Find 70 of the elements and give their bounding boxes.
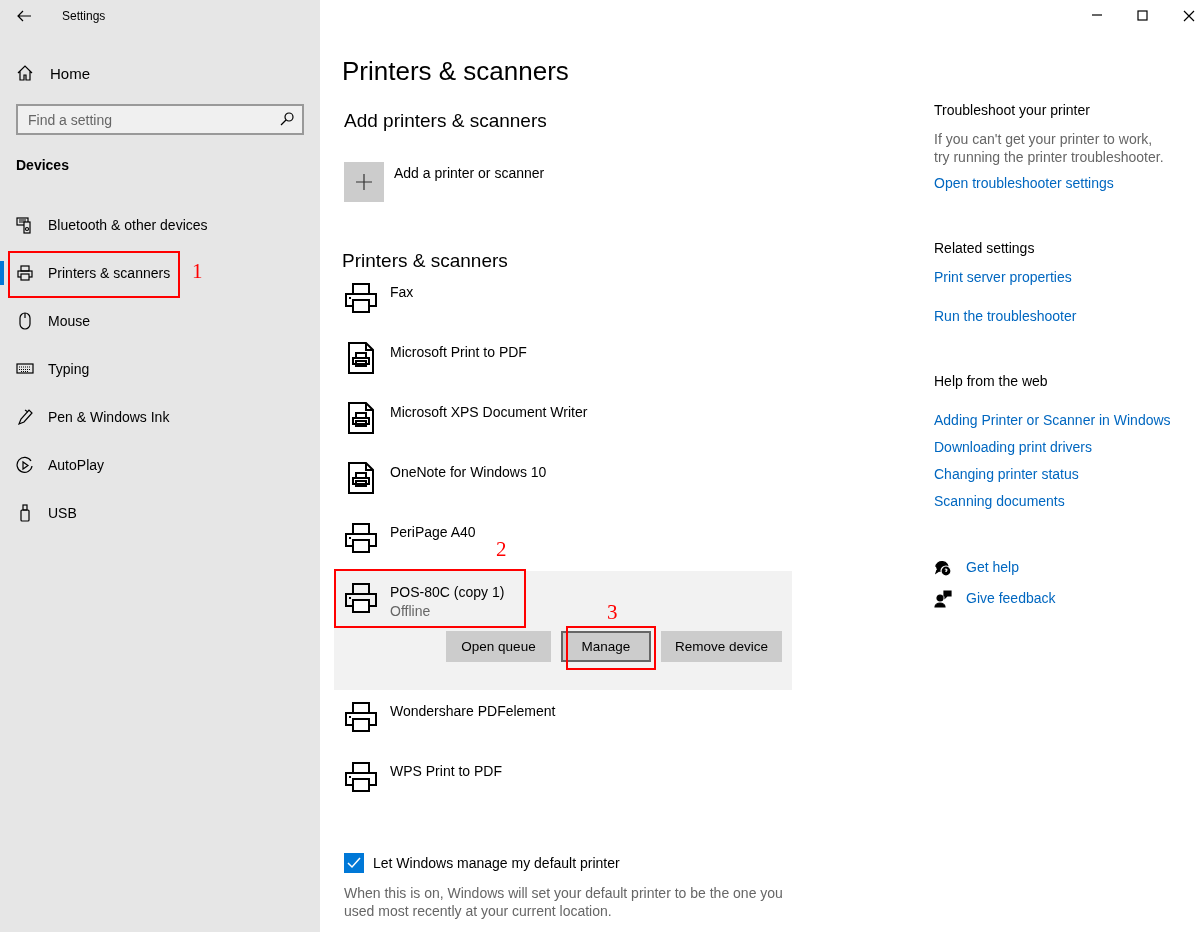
printer-icon [344, 760, 378, 794]
annotation-number: 2 [496, 539, 507, 560]
sidebar-item[interactable]: Mouse [16, 312, 91, 330]
printer-icon [344, 281, 378, 315]
printer-name: OneNote for Windows 10 [390, 464, 547, 480]
printer-name: Microsoft XPS Document Writer [390, 404, 588, 420]
printer-name: WPS Print to PDF [390, 763, 503, 779]
home-icon [16, 64, 34, 82]
printer-icon [344, 521, 378, 555]
page-title: Printers & scanners [342, 56, 570, 88]
section-heading: Add printers & scanners [344, 110, 548, 133]
sidebar-item[interactable]: AutoPlay [16, 456, 105, 474]
printer-item[interactable]: Fax [334, 281, 414, 321]
help-link[interactable]: Give feedback [966, 589, 1056, 608]
play-circle-icon [16, 456, 34, 474]
printer-status: Offline [390, 603, 432, 619]
description-text: If you can't get your printer to work, try running the printer troubleshooter. [934, 130, 1165, 166]
window-title: Settings [62, 9, 106, 23]
close-icon [1183, 10, 1195, 22]
keyboard-speaker-icon [16, 216, 34, 234]
sidebar-item[interactable]: USB [16, 504, 77, 522]
section-heading: Help from the web [934, 373, 1049, 391]
action-button[interactable]: Remove device [661, 631, 782, 662]
chat-question-icon [934, 558, 952, 577]
printer-item[interactable]: Microsoft Print to PDF [334, 341, 527, 381]
action-button[interactable]: Manage [561, 631, 651, 662]
printer-item[interactable]: Microsoft XPS Document Writer [334, 401, 588, 441]
description-text: When this is on, Windows will set your default printer to be the one you used most recently at your current location. [344, 884, 784, 920]
action-button[interactable]: Open queue [446, 631, 551, 662]
sidebar-item[interactable]: Printers & scanners [16, 264, 171, 282]
printer-icon [344, 700, 378, 734]
printer-name: Microsoft Print to PDF [390, 344, 527, 360]
sidebar-item[interactable]: Bluetooth & other devices [16, 216, 208, 234]
section-heading: Printers & scanners [342, 250, 509, 273]
search-icon [280, 112, 294, 126]
printer-name: Fax [390, 284, 414, 300]
link[interactable]: Run the troubleshooter [934, 307, 1200, 326]
mouse-icon [16, 312, 34, 330]
link[interactable]: Scanning documents [934, 492, 1200, 511]
printer-item[interactable]: Wondershare PDFelement [334, 700, 556, 740]
person-feedback-icon [934, 589, 952, 608]
link[interactable]: Downloading print drivers [934, 438, 1200, 457]
printer-icon [344, 581, 378, 615]
printer-name: Wondershare PDFelement [390, 703, 556, 719]
link[interactable]: Changing printer status [934, 465, 1200, 484]
annotation-number: 1 [192, 261, 203, 282]
printer-icon [16, 264, 34, 282]
maximize-icon [1137, 10, 1149, 22]
home-link[interactable]: Home [0, 50, 320, 96]
printer-name: PeriPage A40 [390, 524, 476, 540]
help-link[interactable]: Get help [966, 558, 1019, 577]
plus-icon [355, 173, 373, 191]
checkmark-icon [347, 857, 361, 869]
add-device-button[interactable]: Add a printer or scanner [344, 162, 545, 202]
pen-icon [16, 408, 34, 426]
sidebar-item[interactable]: Pen & Windows Ink [16, 408, 170, 426]
section-heading: Troubleshoot your printer [934, 102, 1091, 120]
section-heading: Devices [16, 157, 70, 175]
printer-name: POS-80C (copy 1) [390, 584, 505, 600]
link[interactable]: Adding Printer or Scanner in Windows [934, 411, 1200, 430]
section-heading: Related settings [934, 240, 1036, 258]
link[interactable]: Print server properties [934, 268, 1200, 287]
printer-item[interactable]: WPS Print to PDF [334, 760, 503, 800]
annotation-number: 3 [607, 602, 618, 623]
default-printer-checkbox[interactable]: Let Windows manage my default printer [344, 853, 620, 873]
back-arrow-icon [16, 8, 32, 24]
printer-item[interactable]: OneNote for Windows 10 [334, 461, 547, 501]
search-field[interactable]: Find a setting [16, 104, 304, 135]
sidebar-item[interactable]: Typing [16, 360, 90, 378]
link[interactable]: Open troubleshooter settings [934, 174, 1200, 193]
